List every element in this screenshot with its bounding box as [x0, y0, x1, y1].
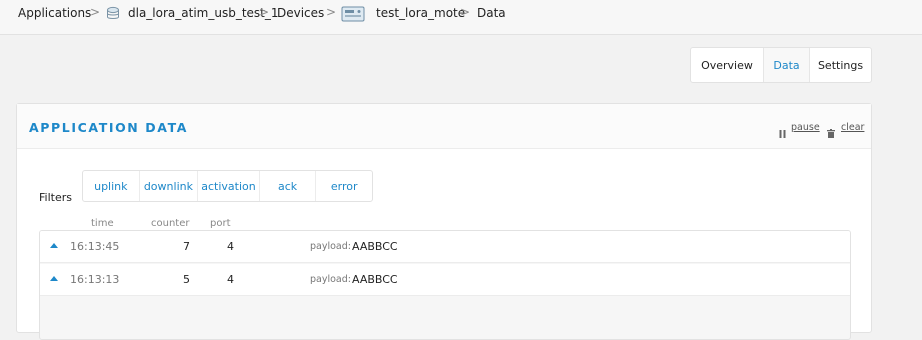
tab-settings[interactable]: Settings [810, 48, 871, 82]
pause-icon[interactable] [779, 123, 786, 142]
row-counter: 5 [183, 273, 190, 286]
row-counter: 7 [183, 240, 190, 253]
clear-button[interactable]: clear [841, 122, 864, 133]
row-time: 16:13:45 [70, 240, 120, 253]
breadcrumb-devices[interactable]: Devices [277, 6, 324, 20]
column-header-port: port [210, 218, 231, 229]
triangle-up-icon[interactable] [50, 276, 58, 281]
filter-uplink[interactable]: uplink [83, 171, 140, 201]
row-port: 4 [227, 273, 234, 286]
row-payload: AABBCC [352, 240, 398, 253]
breadcrumb-separator: > [259, 5, 270, 19]
tab-data[interactable]: Data [764, 48, 810, 82]
filter-downlink[interactable]: downlink [140, 171, 199, 201]
triangle-up-icon[interactable] [50, 243, 58, 248]
breadcrumb-data: Data [477, 6, 506, 20]
pause-button[interactable]: pause [791, 122, 820, 133]
application-data-panel: APPLICATION DATA pause clear Filters upl… [16, 103, 872, 340]
row-payload: AABBCC [352, 273, 398, 286]
breadcrumb-separator: > [90, 5, 101, 19]
layers-icon [106, 6, 120, 26]
breadcrumb-separator: > [460, 5, 471, 19]
filter-ack[interactable]: ack [260, 171, 317, 201]
device-tabs: Overview Data Settings [690, 47, 872, 83]
trash-icon[interactable] [827, 123, 835, 142]
device-board-icon [341, 5, 365, 27]
row-port: 4 [227, 240, 234, 253]
tab-overview[interactable]: Overview [691, 48, 764, 82]
filter-activation[interactable]: activation [198, 171, 260, 201]
column-header-counter: counter [151, 218, 190, 229]
row-time: 16:13:13 [70, 273, 120, 286]
row-payload-label: payload: [310, 274, 351, 285]
breadcrumb-separator: > [326, 5, 337, 19]
panel-title: APPLICATION DATA [29, 120, 189, 135]
breadcrumb-applications[interactable]: Applications [18, 6, 91, 20]
breadcrumb: Applications > dla_lora_atim_usb_test_1 … [0, 0, 922, 35]
filter-group: uplink downlink activation ack error [82, 170, 373, 202]
column-header-time: time [91, 218, 114, 229]
filters-label: Filters [39, 191, 72, 204]
message-row[interactable]: 16:13:45 7 4 payload: AABBCC [40, 231, 850, 263]
message-row[interactable]: 16:13:13 5 4 payload: AABBCC [40, 264, 850, 296]
filter-error[interactable]: error [316, 171, 372, 201]
message-list: 16:13:45 7 4 payload: AABBCC 16:13:13 5 … [39, 230, 851, 340]
breadcrumb-application[interactable]: dla_lora_atim_usb_test_1 [128, 6, 279, 20]
row-payload-label: payload: [310, 241, 351, 252]
panel-header: APPLICATION DATA pause clear [17, 104, 871, 149]
breadcrumb-device[interactable]: test_lora_mote [376, 6, 465, 20]
